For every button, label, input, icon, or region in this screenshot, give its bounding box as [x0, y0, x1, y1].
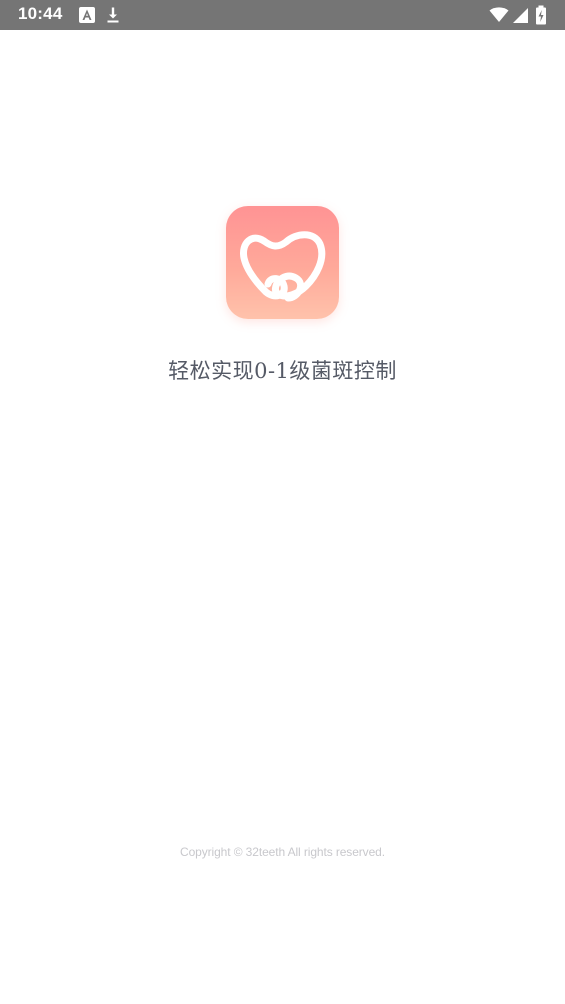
signal-icon	[513, 8, 528, 23]
a-notification-icon	[79, 7, 95, 23]
status-bar: 10:44	[0, 0, 565, 30]
slogan-text: 轻松实现0-1级菌斑控制	[168, 359, 397, 383]
battery-charging-icon	[536, 5, 546, 25]
wifi-icon	[489, 7, 509, 22]
copyright-text: Copyright © 32teeth All rights reserved.	[180, 845, 385, 859]
download-icon	[107, 7, 119, 23]
status-time: 10:44	[18, 4, 63, 23]
tooth-logo-icon	[226, 206, 339, 319]
